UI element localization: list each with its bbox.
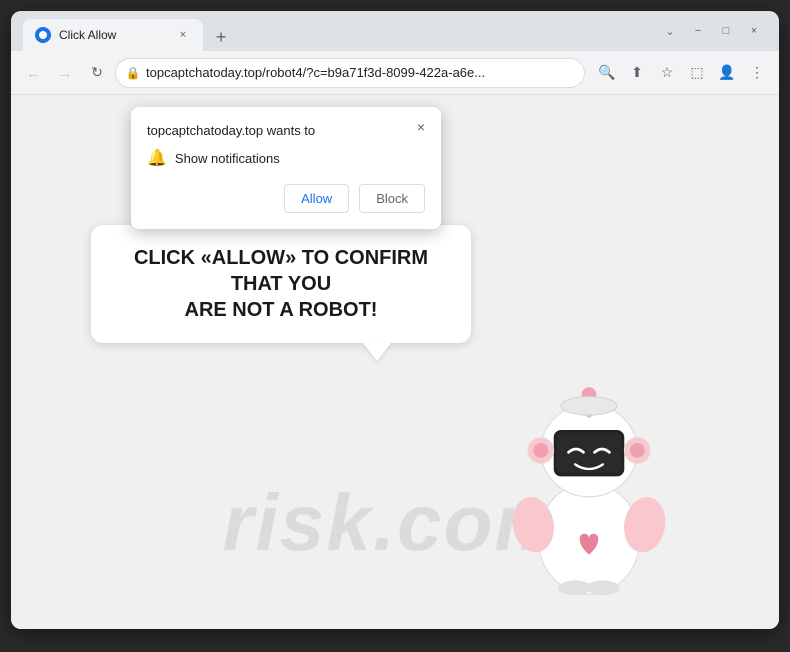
new-tab-button[interactable]: +: [207, 23, 235, 51]
popup-permission-row: 🔔 Show notifications: [147, 148, 425, 168]
lock-icon: 🔒: [126, 66, 140, 80]
allow-button[interactable]: Allow: [284, 184, 349, 213]
minimize-button[interactable]: −: [685, 18, 711, 44]
captcha-text: CLICK «ALLOW» TO CONFIRM THAT YOU ARE NO…: [121, 245, 441, 323]
active-tab[interactable]: Click Allow ×: [23, 19, 203, 51]
popup-close-button[interactable]: ×: [411, 117, 431, 137]
bell-icon: 🔔: [147, 148, 167, 168]
window-controls: ⌄ − □ ×: [657, 18, 767, 44]
extensions-icon[interactable]: ⬚: [683, 59, 711, 87]
share-icon[interactable]: ⬆: [623, 59, 651, 87]
chevron-down-icon[interactable]: ⌄: [657, 18, 683, 44]
address-bar-row: ← → ↻ 🔒 topcaptchatoday.top/robot4/?c=b9…: [11, 51, 779, 95]
notification-popup: × topcaptchatoday.top wants to 🔔 Show no…: [131, 107, 441, 229]
address-bar[interactable]: 🔒 topcaptchatoday.top/robot4/?c=b9a71f3d…: [115, 58, 585, 88]
robot-svg: [479, 339, 699, 599]
back-button[interactable]: ←: [19, 59, 47, 87]
content-area: risk.com × topcaptchatoday.top wants to …: [11, 95, 779, 629]
block-button[interactable]: Block: [359, 184, 425, 213]
permission-label: Show notifications: [175, 151, 280, 166]
forward-button[interactable]: →: [51, 59, 79, 87]
tab-bar: Click Allow × +: [23, 11, 649, 51]
title-bar: Click Allow × + ⌄ − □ ×: [11, 11, 779, 51]
close-button[interactable]: ×: [741, 18, 767, 44]
menu-icon[interactable]: ⋮: [743, 59, 771, 87]
browser-window: Click Allow × + ⌄ − □ × ← → ↻ 🔒 topcaptc…: [11, 11, 779, 629]
popup-buttons: Allow Block: [147, 184, 425, 213]
tab-favicon: [35, 27, 51, 43]
tab-close-button[interactable]: ×: [175, 27, 191, 43]
popup-site-text: topcaptchatoday.top wants to: [147, 123, 425, 138]
toolbar-icons: 🔍 ⬆ ☆ ⬚ 👤 ⋮: [593, 59, 771, 87]
profile-icon[interactable]: 👤: [713, 59, 741, 87]
url-text: topcaptchatoday.top/robot4/?c=b9a71f3d-8…: [146, 65, 574, 80]
speech-bubble: CLICK «ALLOW» TO CONFIRM THAT YOU ARE NO…: [91, 225, 471, 343]
maximize-button[interactable]: □: [713, 18, 739, 44]
search-icon[interactable]: 🔍: [593, 59, 621, 87]
refresh-button[interactable]: ↻: [83, 59, 111, 87]
robot-character: [479, 339, 699, 599]
tab-title: Click Allow: [59, 28, 167, 42]
bookmark-icon[interactable]: ☆: [653, 59, 681, 87]
